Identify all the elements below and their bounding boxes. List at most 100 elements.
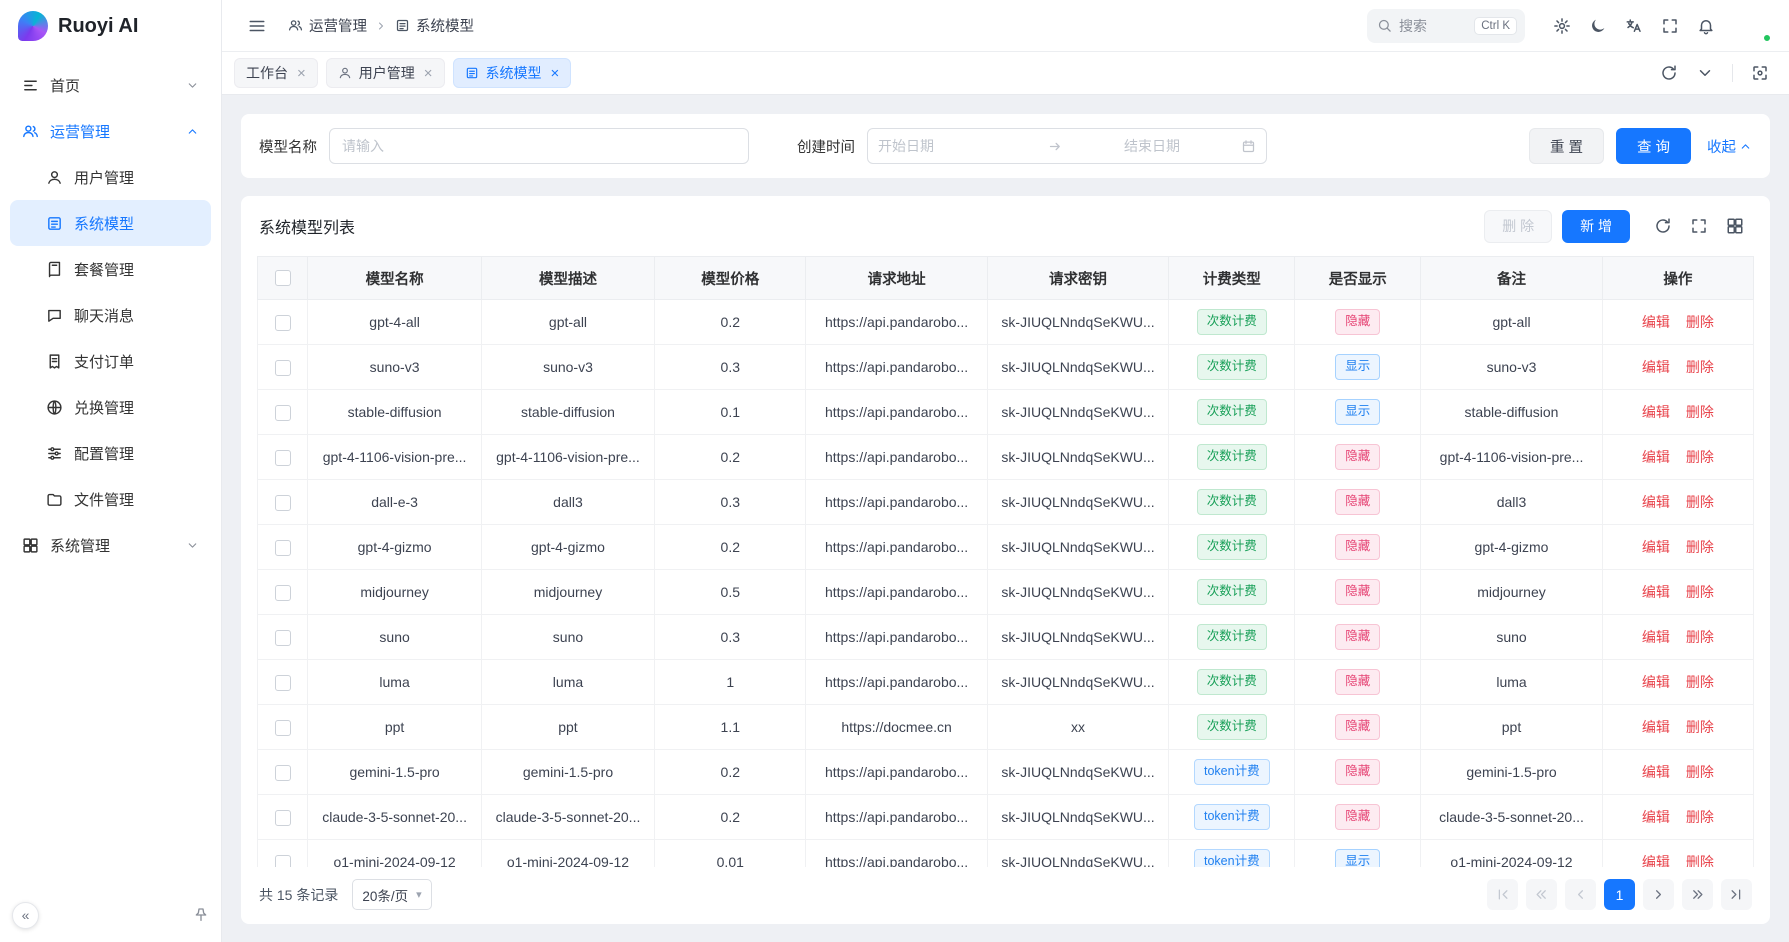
cell-model-price: 0.2 [655,435,806,480]
tab-options-chevron-down-icon[interactable] [1688,56,1722,90]
close-icon[interactable]: × [551,66,560,81]
reset-button[interactable]: 重 置 [1529,128,1604,164]
cell-remark: suno [1421,615,1602,660]
prev-5-pages-button[interactable] [1526,879,1557,910]
row-checkbox[interactable] [275,405,291,421]
cell-model-price: 0.2 [655,795,806,840]
edit-link[interactable]: 编辑 [1642,719,1670,735]
pin-icon[interactable] [193,907,209,923]
edit-link[interactable]: 编辑 [1642,809,1670,825]
breadcrumb-item-operations[interactable]: 运营管理 [288,15,367,36]
bell-icon[interactable] [1689,9,1723,43]
row-checkbox[interactable] [275,810,291,826]
search-input[interactable]: 搜索 Ctrl K [1367,9,1525,43]
refresh-table-icon[interactable] [1646,209,1680,243]
page-1-button[interactable]: 1 [1604,879,1635,910]
delete-link[interactable]: 删除 [1686,314,1714,330]
next-5-pages-button[interactable] [1682,879,1713,910]
tab-system-model[interactable]: 系统模型× [453,58,572,88]
delete-link[interactable]: 删除 [1686,359,1714,375]
select-all-checkbox[interactable] [275,270,291,286]
edit-link[interactable]: 编辑 [1642,494,1670,510]
translate-icon[interactable] [1617,9,1651,43]
refresh-tab-icon[interactable] [1652,56,1686,90]
last-page-button[interactable] [1721,879,1752,910]
sidebar-item-exchange-management[interactable]: 兑换管理 [10,384,211,430]
row-checkbox[interactable] [275,360,291,376]
delete-link[interactable]: 删除 [1686,449,1714,465]
model-name-input[interactable] [329,128,749,164]
sidebar-item-home[interactable]: 首页 [10,62,211,108]
edit-link[interactable]: 编辑 [1642,584,1670,600]
delete-selected-button[interactable]: 删 除 [1484,210,1552,243]
tab-workbench[interactable]: 工作台× [234,58,318,88]
edit-link[interactable]: 编辑 [1642,764,1670,780]
breadcrumb-item-system-model[interactable]: 系统模型 [395,15,474,36]
next-page-button[interactable] [1643,879,1674,910]
cell-remark: midjourney [1421,570,1602,615]
row-checkbox[interactable] [275,630,291,646]
sidebar-item-config-management[interactable]: 配置管理 [10,430,211,476]
fullscreen-icon[interactable] [1653,9,1687,43]
gear-icon[interactable] [1545,9,1579,43]
row-checkbox[interactable] [275,765,291,781]
row-checkbox[interactable] [275,315,291,331]
edit-link[interactable]: 编辑 [1642,359,1670,375]
delete-link[interactable]: 删除 [1686,719,1714,735]
column-settings-icon[interactable] [1718,209,1752,243]
close-icon[interactable]: × [424,66,433,81]
delete-link[interactable]: 删除 [1686,584,1714,600]
page-size-select[interactable]: 20条/页 ▾ [352,879,431,910]
row-checkbox[interactable] [275,675,291,691]
edit-link[interactable]: 编辑 [1642,674,1670,690]
sidebar-item-user-management[interactable]: 用户管理 [10,154,211,200]
prev-page-button[interactable] [1565,879,1596,910]
cell-request-url: https://api.pandarobo... [806,750,987,795]
delete-link[interactable]: 删除 [1686,404,1714,420]
edit-link[interactable]: 编辑 [1642,314,1670,330]
hamburger-menu-icon[interactable] [240,9,274,43]
sidebar-group-operations[interactable]: 运营管理 [10,108,211,154]
row-checkbox[interactable] [275,585,291,601]
tab-user-management[interactable]: 用户管理× [326,58,445,88]
delete-link[interactable]: 删除 [1686,539,1714,555]
sidebar-item-chat-messages[interactable]: 聊天消息 [10,292,211,338]
row-checkbox[interactable] [275,855,291,867]
edit-link[interactable]: 编辑 [1642,629,1670,645]
start-date-input[interactable]: 开始日期 [878,136,1040,156]
row-checkbox[interactable] [275,495,291,511]
row-checkbox[interactable] [275,540,291,556]
sidebar-item-system-model[interactable]: 系统模型 [10,200,211,246]
edit-link[interactable]: 编辑 [1642,404,1670,420]
sidebar-item-payment-orders[interactable]: 支付订单 [10,338,211,384]
create-time-range-picker[interactable]: 开始日期 结束日期 [867,128,1267,164]
table-fullscreen-icon[interactable] [1682,209,1716,243]
first-page-button[interactable] [1487,879,1518,910]
avatar[interactable] [1739,10,1771,42]
delete-link[interactable]: 删除 [1686,809,1714,825]
row-checkbox[interactable] [275,720,291,736]
end-date-input[interactable]: 结束日期 [1071,136,1233,156]
row-checkbox[interactable] [275,450,291,466]
billing-type-tag: 次数计费 [1197,714,1267,739]
sidebar-group-system[interactable]: 系统管理 [10,522,211,568]
delete-link[interactable]: 删除 [1686,854,1714,867]
edit-link[interactable]: 编辑 [1642,854,1670,867]
edit-link[interactable]: 编辑 [1642,449,1670,465]
query-button[interactable]: 查 询 [1616,128,1691,164]
sidebar-item-package-management[interactable]: 套餐管理 [10,246,211,292]
close-icon[interactable]: × [297,66,306,81]
moon-icon[interactable] [1581,9,1615,43]
collapse-filter-link[interactable]: 收起 [1707,136,1752,157]
delete-link[interactable]: 删除 [1686,764,1714,780]
edit-link[interactable]: 编辑 [1642,539,1670,555]
sidebar-item-file-management[interactable]: 文件管理 [10,476,211,522]
sidebar-collapse-button[interactable]: « [12,902,39,929]
delete-link[interactable]: 删除 [1686,494,1714,510]
delete-link[interactable]: 删除 [1686,629,1714,645]
cell-model-price: 0.2 [655,300,806,345]
content-fullscreen-icon[interactable] [1743,56,1777,90]
cell-model-desc: gpt-4-gizmo [481,525,654,570]
delete-link[interactable]: 删除 [1686,674,1714,690]
add-button[interactable]: 新 增 [1562,210,1630,243]
